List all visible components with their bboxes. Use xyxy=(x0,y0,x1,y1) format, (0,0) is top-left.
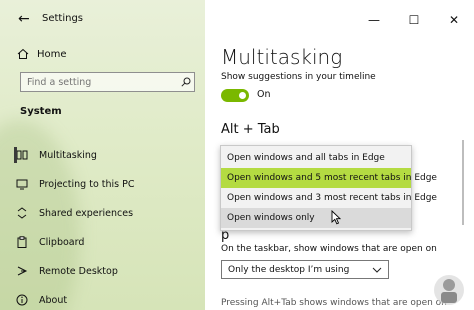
nav-home[interactable]: Home xyxy=(17,45,67,63)
dropdown-option[interactable]: Open windows and all tabs in Edge xyxy=(221,148,411,168)
alt-tab-heading: Alt + Tab xyxy=(221,122,280,137)
titlebar: ← Settings xyxy=(0,0,205,40)
shared-experiences-icon xyxy=(15,206,29,220)
taskbar-select[interactable]: Only the desktop I’m using xyxy=(221,260,389,279)
back-button[interactable]: ← xyxy=(18,11,30,27)
sidebar-item-label: About xyxy=(39,294,68,306)
home-icon xyxy=(17,48,29,59)
sidebar: ← Settings Home System Multitasking Proj… xyxy=(0,0,205,310)
sidebar-item-shared-experiences[interactable]: Shared experiences xyxy=(0,202,205,224)
sidebar-item-label: Remote Desktop xyxy=(39,265,118,277)
taskbar-select-value: Only the desktop I’m using xyxy=(228,264,350,275)
home-label: Home xyxy=(37,48,67,60)
toggle-knob xyxy=(239,92,246,99)
chevron-down-icon xyxy=(372,267,382,273)
close-button[interactable]: ✕ xyxy=(434,0,474,40)
maximize-button[interactable]: ☐ xyxy=(394,0,434,40)
dropdown-option-selected[interactable]: Open windows and 5 most recent tabs in E… xyxy=(221,168,437,188)
taskbar-label: On the taskbar, show windows that are op… xyxy=(221,244,437,254)
page-title: Multitasking xyxy=(221,45,343,69)
clipboard-icon xyxy=(15,235,29,249)
timeline-label: Show suggestions in your timeline xyxy=(221,72,376,82)
sidebar-item-remote-desktop[interactable]: Remote Desktop xyxy=(0,260,205,282)
projecting-icon xyxy=(15,177,29,191)
sidebar-item-multitasking[interactable]: Multitasking xyxy=(0,144,205,166)
search-box[interactable] xyxy=(20,72,195,92)
minimize-button[interactable]: — xyxy=(354,0,394,40)
multitasking-icon xyxy=(15,148,29,162)
active-indicator xyxy=(14,147,17,163)
sidebar-item-about[interactable]: About xyxy=(0,289,205,310)
section-label: System xyxy=(20,106,62,117)
window-controls: — ☐ ✕ xyxy=(354,0,474,40)
mouse-cursor-icon xyxy=(331,210,341,225)
logo-icon xyxy=(434,275,464,305)
search-icon[interactable] xyxy=(178,77,194,87)
alt-tab-description: Pressing Alt+Tab shows windows that are … xyxy=(221,298,447,308)
sidebar-item-label: Multitasking xyxy=(39,149,97,161)
timeline-toggle[interactable] xyxy=(221,89,249,102)
sidebar-item-label: Clipboard xyxy=(39,236,85,248)
main-content: — ☐ ✕ Multitasking Show suggestions in y… xyxy=(205,0,474,310)
sidebar-item-clipboard[interactable]: Clipboard xyxy=(0,231,205,253)
dropdown-option[interactable]: Open windows and 3 most recent tabs in E… xyxy=(221,188,437,208)
about-icon xyxy=(15,293,29,307)
sidebar-item-label: Projecting to this PC xyxy=(39,178,135,190)
remote-desktop-icon xyxy=(15,264,29,278)
search-input[interactable] xyxy=(21,73,178,91)
alt-tab-dropdown-list[interactable]: Open windows and all tabs in Edge Open w… xyxy=(220,145,437,231)
scrollbar[interactable] xyxy=(462,140,464,225)
dropdown-option-hovered[interactable]: Open windows only xyxy=(221,208,411,228)
sidebar-item-projecting[interactable]: Projecting to this PC xyxy=(0,173,205,195)
sidebar-item-label: Shared experiences xyxy=(39,207,134,219)
toggle-state-label: On xyxy=(257,89,271,100)
app-title: Settings xyxy=(42,13,84,24)
